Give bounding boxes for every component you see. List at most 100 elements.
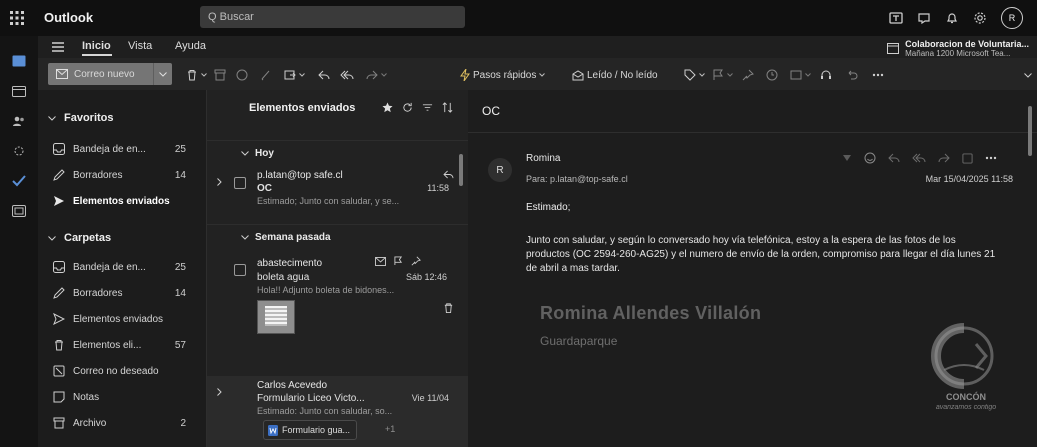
folder-drafts[interactable]: Borradores 14: [52, 286, 202, 300]
sweep-icon[interactable]: [260, 67, 272, 83]
headset-icon[interactable]: [820, 67, 832, 83]
chevron-right-icon[interactable]: [217, 178, 222, 186]
tab-inicio[interactable]: Inicio: [82, 40, 111, 52]
mail-icon[interactable]: [9, 52, 29, 70]
reading-scrollbar[interactable]: [1028, 106, 1032, 156]
user-avatar[interactable]: R: [1001, 7, 1023, 29]
search-box[interactable]: Q Buscar: [200, 6, 465, 28]
list-item[interactable]: p.latan@top safe.cl OC 11:58 Estimado; J…: [207, 164, 461, 224]
draft-count: 14: [174, 287, 186, 299]
more-options-icon[interactable]: [872, 67, 884, 83]
favorites-header[interactable]: Favoritos: [48, 112, 114, 124]
folder-inbox[interactable]: Bandeja de en... 25: [52, 260, 202, 274]
command-toolbar: Correo nuevo Pasos rápidos Leído / No le…: [38, 58, 1037, 91]
forward-icon[interactable]: [366, 67, 387, 83]
folder-junk[interactable]: Correo no deseado: [52, 364, 202, 378]
search-placeholder[interactable]: Q Buscar: [208, 11, 254, 23]
favorite-drafts[interactable]: Borradores 14: [52, 168, 202, 182]
list-item[interactable]: Carlos Acevedo Formulario Liceo Victo...…: [207, 376, 469, 447]
chevron-down-icon[interactable]: [153, 63, 172, 85]
trash-icon[interactable]: [443, 302, 454, 314]
people-icon[interactable]: [9, 112, 29, 130]
app-title[interactable]: Outlook: [44, 10, 93, 25]
reply-all-icon[interactable]: [912, 153, 926, 163]
flag-icon[interactable]: [712, 67, 733, 83]
snooze-icon[interactable]: [766, 67, 778, 83]
emoji-icon[interactable]: [864, 152, 876, 164]
app-launcher-icon[interactable]: [6, 7, 28, 29]
todo-icon[interactable]: [9, 172, 29, 190]
select-checkbox[interactable]: [234, 177, 246, 189]
attachment-thumbnail[interactable]: [257, 300, 295, 334]
pin-icon[interactable]: [742, 67, 754, 83]
top-bar: Outlook Q Buscar R: [0, 0, 1037, 36]
attachment-name: Formulario gua...: [282, 425, 351, 435]
new-mail-button[interactable]: Correo nuevo: [48, 63, 172, 85]
folders-header[interactable]: Carpetas: [48, 232, 111, 244]
folder-sent-items[interactable]: Elementos enviados: [52, 312, 202, 326]
folder-archive[interactable]: Archivo 2: [52, 416, 202, 430]
meeting-reminder[interactable]: Colaboracion de Voluntaria... Mañana 120…: [887, 38, 1029, 58]
forward-icon[interactable]: [938, 153, 950, 163]
flag-icon[interactable]: [394, 256, 403, 266]
delete-button[interactable]: [186, 67, 207, 83]
more-options-icon[interactable]: [985, 156, 997, 160]
reply-icon[interactable]: [318, 67, 330, 83]
email-body: Junto con saludar, y según lo conversado…: [526, 235, 996, 274]
tab-ayuda[interactable]: Ayuda: [175, 40, 206, 52]
move-to-button[interactable]: [284, 67, 305, 83]
tag-button[interactable]: [684, 67, 705, 83]
list-tools: [382, 102, 453, 113]
attachment-chip[interactable]: Formulario gua...: [263, 420, 358, 440]
chevron-down-icon: [241, 234, 249, 240]
apps-icon[interactable]: [9, 202, 29, 220]
sort-icon[interactable]: [442, 102, 453, 113]
pin-icon[interactable]: [411, 256, 421, 266]
filter-icon[interactable]: [422, 102, 433, 113]
group-header-today[interactable]: Hoy: [207, 140, 469, 165]
tab-vista[interactable]: Vista: [128, 40, 152, 52]
recipient-line: Para: p.latan@top-safe.cl: [526, 174, 628, 184]
favorite-inbox[interactable]: Bandeja de en... 25: [52, 142, 202, 156]
archive-icon[interactable]: [214, 67, 226, 83]
group-header-last-week[interactable]: Semana pasada: [207, 224, 469, 249]
message-subject: boleta agua: [257, 272, 310, 283]
folder-deleted-items[interactable]: Elementos eli... 57: [52, 338, 202, 352]
bell-icon[interactable]: [945, 11, 959, 25]
list-scrollbar[interactable]: [459, 154, 463, 186]
send-icon: [52, 194, 66, 208]
sender-avatar[interactable]: R: [488, 158, 512, 182]
envelope-icon[interactable]: [375, 256, 386, 266]
quick-steps-button[interactable]: Pasos rápidos: [460, 67, 546, 83]
sender-name[interactable]: Romina: [526, 153, 560, 164]
whiteboard-icon[interactable]: [917, 11, 931, 25]
policy-icon[interactable]: [790, 67, 811, 83]
reply-icon[interactable]: [888, 153, 900, 163]
apps-icon[interactable]: [962, 152, 973, 164]
select-checkbox[interactable]: [234, 264, 246, 276]
favorite-sent-items[interactable]: Elementos enviados: [52, 194, 202, 208]
groups-icon[interactable]: [9, 142, 29, 160]
calendar-icon[interactable]: [9, 82, 29, 100]
collapse-ribbon-icon[interactable]: [1024, 67, 1032, 83]
star-icon[interactable]: [382, 102, 393, 113]
reply-all-icon[interactable]: [340, 67, 354, 83]
gear-icon[interactable]: [973, 11, 987, 25]
menu-icon[interactable]: [50, 40, 66, 54]
folder-label: Borradores: [73, 287, 123, 299]
folder-label: Archivo: [73, 417, 107, 429]
report-icon[interactable]: [236, 67, 248, 83]
list-item[interactable]: abastecimento boleta agua Sáb 12:46 Hola…: [207, 250, 461, 346]
chevron-right-icon[interactable]: [217, 388, 222, 396]
read-unread-button[interactable]: Leído / No leído: [572, 67, 658, 83]
refresh-icon[interactable]: [402, 102, 413, 113]
more-attachments-count[interactable]: +1: [385, 424, 395, 434]
folder-label: Bandeja de en...: [73, 261, 146, 273]
undo-icon[interactable]: [846, 67, 858, 83]
word-document-icon: [268, 424, 278, 436]
email-subject: OC: [482, 104, 500, 118]
teams-icon[interactable]: [889, 11, 903, 25]
folder-notes[interactable]: Notas: [52, 390, 202, 404]
logo-text: CONCÓN: [946, 392, 986, 402]
sensitivity-icon[interactable]: [842, 153, 852, 163]
